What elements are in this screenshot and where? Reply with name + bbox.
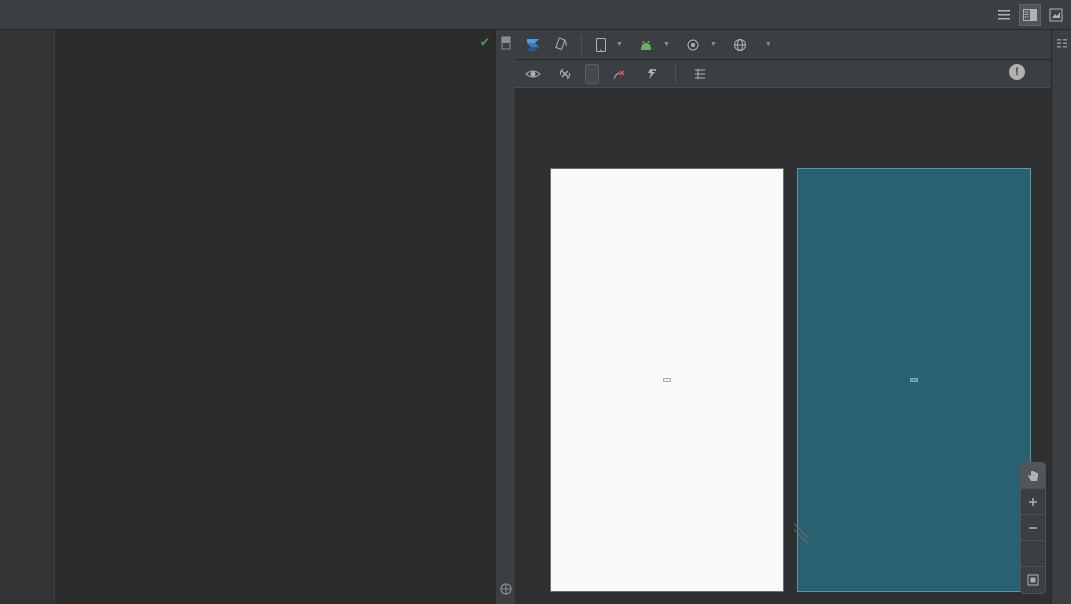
code-view-button[interactable] [993, 4, 1015, 26]
pan-button[interactable] [1021, 463, 1045, 489]
line-gutter [0, 30, 55, 604]
component-tree-icon[interactable] [499, 582, 513, 596]
palette-sidebar [495, 30, 515, 604]
code-editor[interactable]: ✔ [0, 30, 495, 604]
zoom-controls [1020, 462, 1046, 594]
zoom-out-button[interactable] [1021, 515, 1045, 541]
zoom-11-button[interactable] [1021, 541, 1045, 567]
design-toolbar-1: ▼ ▼ ▼ ▼ [515, 30, 1051, 60]
zoom-in-button[interactable] [1021, 489, 1045, 515]
theme-selector[interactable]: ▼ [680, 34, 723, 56]
design-canvas[interactable] [515, 88, 1051, 604]
default-margin-selector[interactable] [585, 64, 599, 84]
split-view-button[interactable] [1019, 4, 1041, 26]
attributes-sidebar [1051, 30, 1071, 604]
design-toolbar-2 [515, 60, 1051, 88]
view-mode-toolbar [0, 0, 1071, 30]
design-surface-icon[interactable] [521, 34, 545, 56]
device-selector[interactable]: ▼ [590, 34, 629, 56]
design-view-button[interactable] [1045, 4, 1067, 26]
orientation-icon[interactable] [549, 34, 573, 56]
analysis-ok-icon: ✔ [481, 33, 489, 51]
infer-constraints-icon[interactable] [639, 63, 663, 85]
warnings-icon[interactable]: ! [1009, 64, 1025, 80]
attributes-icon[interactable] [1055, 36, 1069, 50]
code-area[interactable]: ✔ [55, 30, 495, 604]
zoom-fit-button[interactable] [1021, 567, 1045, 593]
design-preview-blueprint[interactable] [797, 168, 1031, 592]
locale-selector[interactable]: ▼ [727, 34, 778, 56]
design-preview-light[interactable] [550, 168, 784, 592]
design-panel: ▼ ▼ ▼ ▼ ! [515, 30, 1051, 604]
resize-handle[interactable] [793, 526, 809, 542]
api-selector[interactable]: ▼ [633, 34, 676, 56]
view-options-icon[interactable] [521, 63, 545, 85]
show-palette-icon[interactable] [499, 36, 513, 50]
preview-text-light[interactable] [663, 378, 671, 382]
preview-text-blueprint[interactable] [910, 378, 918, 382]
autoconnect-icon[interactable] [553, 63, 577, 85]
guidelines-icon[interactable] [688, 63, 712, 85]
clear-constraints-icon[interactable] [607, 63, 631, 85]
